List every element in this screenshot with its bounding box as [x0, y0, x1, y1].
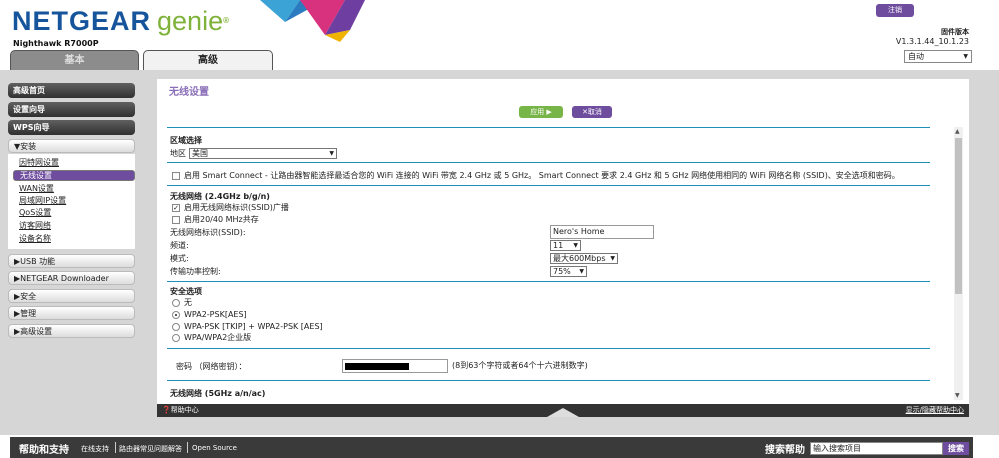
- security-radio-wpa-mixed[interactable]: [172, 323, 180, 331]
- sidebar-advanced-home[interactable]: 高级首页: [8, 83, 135, 98]
- footer-link-open-source[interactable]: Open Source: [192, 444, 237, 452]
- search-help-label: 搜索帮助: [765, 445, 805, 456]
- toggle-help-center-link[interactable]: 显示/隐藏帮助中心: [906, 404, 964, 417]
- security-radio-wpa2[interactable]: [172, 311, 180, 319]
- sidebar-item-device-name[interactable]: 设备名称: [19, 233, 51, 245]
- net5-title: 无线网络 (5GHz a/n/ac): [170, 389, 266, 398]
- scroll-up-icon[interactable]: ▲: [955, 128, 960, 135]
- password-mask: [345, 363, 409, 370]
- security-label-enterprise: WPA/WPA2企业版: [184, 333, 252, 342]
- power-select[interactable]: 75% ▼: [550, 266, 587, 277]
- sidebar-group-management[interactable]: ▶管理: [8, 306, 135, 320]
- security-label-none: 无: [184, 298, 192, 307]
- model-name: Nighthawk R7000P: [13, 39, 99, 48]
- security-radio-none[interactable]: [172, 299, 180, 307]
- ssid-broadcast-label: 启用无线网络标识(SSID)广播: [184, 203, 289, 212]
- divider: [187, 442, 188, 453]
- smart-connect-checkbox[interactable]: [172, 172, 180, 180]
- sidebar-item-qos[interactable]: QoS设置: [19, 207, 51, 219]
- password-label: 密码 （网络密钥）：: [176, 362, 247, 371]
- password-input[interactable]: [342, 359, 448, 373]
- divider: [167, 281, 930, 282]
- security-label-wpa2: WPA2-PSK[AES]: [184, 310, 247, 319]
- divider: [167, 162, 930, 163]
- divider: [167, 127, 930, 128]
- footer-link-online-support[interactable]: 在线支持: [81, 444, 109, 454]
- footer-title: 帮助和支持: [19, 445, 69, 456]
- region-label: 地区: [170, 149, 186, 158]
- region-section-title: 区域选择: [170, 136, 202, 145]
- ssid-broadcast-checkbox[interactable]: ✓: [172, 204, 180, 212]
- scroll-down-icon[interactable]: ▼: [955, 392, 960, 399]
- chevron-down-icon: ▼: [329, 150, 334, 157]
- sidebar-item-internet[interactable]: 因特网设置: [19, 157, 59, 169]
- divider: [167, 185, 930, 186]
- channel-select[interactable]: 11 ▼: [550, 240, 581, 251]
- genie-text: genie: [157, 6, 224, 36]
- expand-arrow-icon[interactable]: [547, 408, 579, 417]
- divider: [167, 380, 930, 381]
- sidebar-group-security[interactable]: ▶安全: [8, 289, 135, 303]
- region-select[interactable]: 美国 ▼: [189, 148, 337, 159]
- search-input[interactable]: 输入搜索项目: [810, 442, 943, 455]
- sidebar-item-wan[interactable]: WAN设置: [19, 183, 54, 195]
- security-radio-enterprise[interactable]: [172, 334, 180, 342]
- sidebar-group-downloader[interactable]: ▶NETGEAR Downloader: [8, 271, 135, 285]
- netgear-logo: NETGEAR genie®: [12, 6, 230, 36]
- sidebar-item-wireless[interactable]: 无线设置: [13, 170, 135, 181]
- channel-label: 频道:: [170, 241, 189, 250]
- password-hint: (8到63个字符或者64个十六进制数字): [452, 361, 588, 370]
- chevron-down-icon: ▼: [963, 53, 968, 60]
- divider: [115, 442, 116, 453]
- vertical-scrollbar[interactable]: ▲ ▼: [954, 127, 963, 400]
- footer-link-faq[interactable]: 路由器常见问题解答: [119, 444, 182, 454]
- coexist-checkbox[interactable]: [172, 216, 180, 224]
- scrollbar-thumb[interactable]: [955, 138, 962, 294]
- footer-bar: 帮助和支持 在线支持 路由器常见问题解答 Open Source 搜索帮助 输入…: [10, 437, 973, 458]
- sidebar-item-lan[interactable]: 局域网IP设置: [19, 195, 66, 207]
- net24-title: 无线网络 (2.4GHz b/g/n): [170, 192, 270, 201]
- tab-advanced[interactable]: 高级: [143, 50, 273, 70]
- sidebar-item-guest[interactable]: 访客网络: [19, 220, 51, 232]
- settings-scroll-area[interactable]: 区域选择 地区 美国 ▼ 启用 Smart Connect - 让路由器智能选择最…: [167, 127, 954, 399]
- chevron-down-icon: ▼: [573, 242, 578, 249]
- power-label: 传输功率控制:: [170, 267, 221, 276]
- tab-basic[interactable]: 基本: [10, 50, 139, 70]
- help-center-link[interactable]: ❓帮助中心: [162, 404, 199, 417]
- sidebar-group-usb[interactable]: ▶USB 功能: [8, 254, 135, 268]
- firmware-version: V1.3.1.44_10.1.23: [895, 37, 969, 46]
- ssid-label: 无线网络标识(SSID):: [170, 228, 246, 237]
- firmware-label: 固件版本: [941, 28, 969, 36]
- logout-button[interactable]: 注销: [876, 4, 914, 17]
- mode-label: 模式:: [170, 254, 189, 263]
- security-title: 安全选项: [170, 287, 202, 296]
- apply-button[interactable]: 应用 ▶: [519, 106, 563, 118]
- brand-text: NETGEAR: [12, 6, 152, 36]
- sidebar-wps-wizard[interactable]: WPS向导: [8, 120, 135, 135]
- language-select[interactable]: 自动 ▼: [904, 50, 972, 63]
- page-title: 无线设置: [169, 87, 209, 98]
- ssid-input[interactable]: Nero's Home: [550, 225, 654, 239]
- main-panel: 无线设置 应用 ▶ ✕取消 区域选择 地区 美国 ▼ 启用 Smart Conne…: [157, 79, 969, 404]
- smart-connect-label: 启用 Smart Connect - 让路由器智能选择最适合您的 WiFi 连接…: [184, 171, 900, 180]
- sidebar-group-setup[interactable]: ▼安装: [8, 139, 135, 153]
- logo-decoration: [260, 0, 365, 42]
- security-label-wpa-mixed: WPA-PSK [TKIP] + WPA2-PSK [AES]: [184, 322, 323, 331]
- cancel-button[interactable]: ✕取消: [572, 106, 612, 118]
- help-bar: ❓帮助中心 显示/隐藏帮助中心: [157, 404, 969, 417]
- trademark: ®: [223, 16, 230, 25]
- divider: [167, 348, 930, 349]
- sidebar-group-advanced[interactable]: ▶高级设置: [8, 324, 135, 338]
- sidebar-setup-wizard[interactable]: 设置向导: [8, 102, 135, 117]
- chevron-down-icon: ▼: [610, 255, 615, 262]
- search-button[interactable]: 搜索: [943, 442, 969, 455]
- chevron-down-icon: ▼: [579, 268, 584, 275]
- mode-select[interactable]: 最大600Mbps ▼: [550, 253, 618, 264]
- coexist-label: 启用20/40 MHz共存: [184, 215, 259, 224]
